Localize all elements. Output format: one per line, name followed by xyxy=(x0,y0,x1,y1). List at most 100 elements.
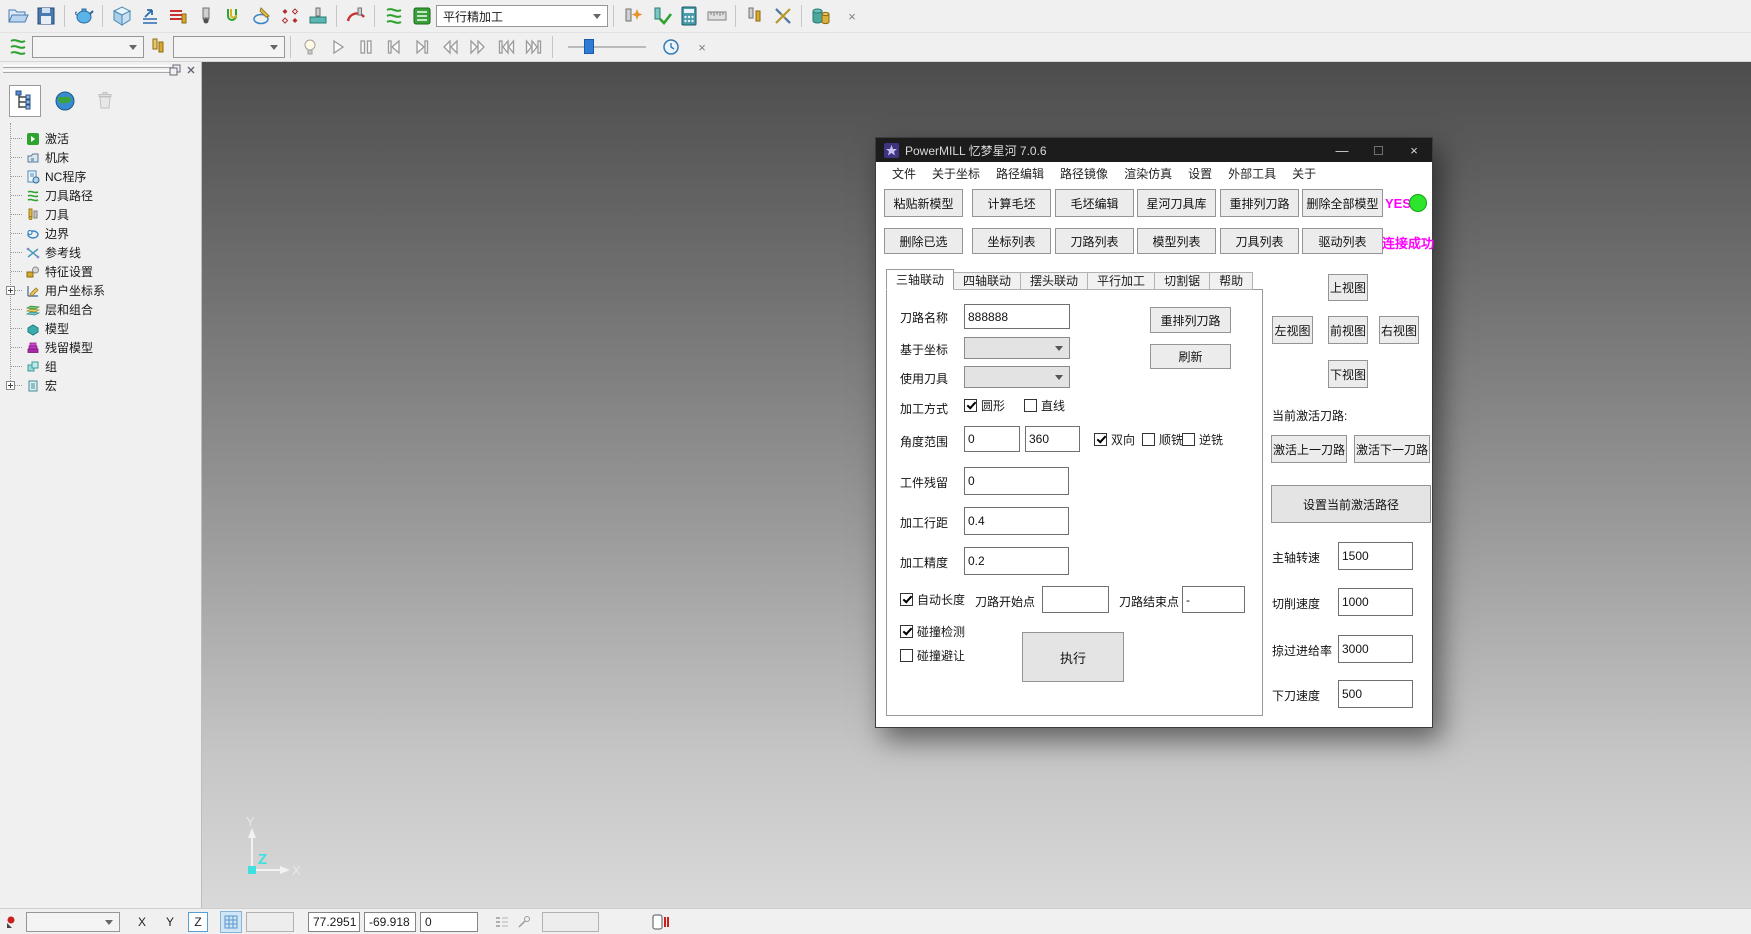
bidirectional-checkbox[interactable]: 双向 xyxy=(1094,431,1135,448)
axis-y-button[interactable]: Y xyxy=(160,912,180,932)
tolerance-input[interactable] xyxy=(964,547,1069,575)
rapid-heights-icon[interactable] xyxy=(136,3,163,29)
menu-file[interactable]: 文件 xyxy=(884,165,924,182)
climb-mill-checkbox[interactable]: 顺铣 xyxy=(1142,431,1183,448)
activate-next-toolpath-button[interactable]: 激活下一刀路 xyxy=(1354,435,1430,463)
tool-ball-icon[interactable] xyxy=(192,3,219,29)
tab-explorer-trash[interactable] xyxy=(89,85,121,117)
dialog-titlebar[interactable]: PowerMILL 忆梦星河 7.0.6 — × xyxy=(876,138,1432,162)
toolbar-close-button[interactable]: × xyxy=(693,38,711,56)
teapot-icon[interactable] xyxy=(70,3,97,29)
activate-prev-toolpath-button[interactable]: 激活上一刀路 xyxy=(1271,435,1347,463)
toolbar-close-button[interactable]: × xyxy=(843,7,861,25)
simulation-speed-slider[interactable] xyxy=(568,38,646,56)
tree-item-patterns[interactable]: 参考线 xyxy=(0,243,201,262)
expand-icon[interactable] xyxy=(6,286,15,295)
view-bottom-button[interactable]: 下视图 xyxy=(1328,360,1368,388)
line-checkbox[interactable]: 直线 xyxy=(1024,397,1065,414)
model-list-button[interactable]: 模型列表 xyxy=(1137,228,1216,254)
tree-item-models[interactable]: 模型 xyxy=(0,319,201,338)
step-back-icon[interactable] xyxy=(380,34,407,60)
calculator-icon[interactable] xyxy=(675,3,702,29)
strategy-list-icon[interactable] xyxy=(408,3,435,29)
feed-rate-icon[interactable] xyxy=(164,3,191,29)
based-coord-select[interactable] xyxy=(964,337,1070,359)
tree-item-stock-models[interactable]: 残留模型 xyxy=(0,338,201,357)
fast-forward-icon[interactable] xyxy=(464,34,491,60)
use-tool-select[interactable] xyxy=(964,366,1070,388)
tool-pair-icon[interactable] xyxy=(741,3,768,29)
tool-star-icon[interactable] xyxy=(619,3,646,29)
collision-avoid-checkbox[interactable]: 碰撞避让 xyxy=(900,647,965,664)
paste-new-model-button[interactable]: 粘贴新模型 xyxy=(884,189,963,217)
set-active-path-button[interactable]: 设置当前激活路径 xyxy=(1271,485,1431,523)
tree-item-feature-sets[interactable]: 特征设置 xyxy=(0,262,201,281)
circle-checkbox[interactable]: 圆形 xyxy=(964,397,1005,414)
close-button[interactable]: × xyxy=(1396,138,1432,162)
menu-path-edit[interactable]: 路径编辑 xyxy=(988,165,1052,182)
scissors-cross-icon[interactable] xyxy=(769,3,796,29)
view-front-button[interactable]: 前视图 xyxy=(1328,316,1368,344)
toolpath-coil-icon[interactable] xyxy=(380,3,407,29)
thickness-arc-icon[interactable] xyxy=(342,3,369,29)
tree-item-toolpaths[interactable]: 刀具路径 xyxy=(0,186,201,205)
block-icon[interactable] xyxy=(108,3,135,29)
stepover-input[interactable] xyxy=(964,507,1069,535)
execute-button[interactable]: 执行 xyxy=(1022,632,1124,682)
view-right-button[interactable]: 右视图 xyxy=(1379,316,1419,344)
skip-to-end-icon[interactable] xyxy=(520,34,547,60)
menu-external-tools[interactable]: 外部工具 xyxy=(1220,165,1284,182)
skip-to-start-icon[interactable] xyxy=(492,34,519,60)
save-icon[interactable] xyxy=(32,3,59,29)
lightbulb-icon[interactable] xyxy=(296,34,323,60)
boundary-pencil-icon[interactable] xyxy=(248,3,275,29)
start-point-input[interactable] xyxy=(1042,586,1109,613)
statusbar-combobox[interactable] xyxy=(26,912,120,932)
panel-close-icon[interactable] xyxy=(184,64,197,76)
tree-item-tools[interactable]: 刀具 xyxy=(0,205,201,224)
tree-item-machine[interactable]: 机床 xyxy=(0,148,201,167)
spindle-speed-input[interactable] xyxy=(1338,542,1413,570)
xyz-list-icon[interactable] xyxy=(494,914,510,930)
tree-item-groups[interactable]: 组 xyxy=(0,357,201,376)
tab-saw[interactable]: 切割锯 xyxy=(1154,272,1210,290)
angle-from-input[interactable] xyxy=(964,426,1020,452)
toolpath-name-input[interactable] xyxy=(964,304,1070,329)
refresh-button[interactable]: 刷新 xyxy=(1150,344,1231,369)
menu-settings[interactable]: 设置 xyxy=(1180,165,1220,182)
menu-render-sim[interactable]: 渲染仿真 xyxy=(1116,165,1180,182)
skim-feed-input[interactable] xyxy=(1338,635,1413,663)
axis-z-button[interactable]: Z xyxy=(188,912,208,932)
tab-explorer-tree[interactable] xyxy=(9,85,41,117)
toolpath-list-button[interactable]: 刀路列表 xyxy=(1055,228,1134,254)
clock-icon[interactable] xyxy=(657,34,684,60)
tool-library-button[interactable]: 星河刀具库 xyxy=(1137,189,1216,217)
expand-icon[interactable] xyxy=(6,381,15,390)
tree-item-nc-programs[interactable]: NC程序 xyxy=(0,167,201,186)
tree-item-activate[interactable]: 激活 xyxy=(0,129,201,148)
strategy-combobox[interactable]: 平行精加工 xyxy=(436,5,608,27)
coord-list-button[interactable]: 坐标列表 xyxy=(972,228,1051,254)
tab-4axis[interactable]: 四轴联动 xyxy=(953,272,1021,290)
collision-check-checkbox[interactable]: 碰撞检测 xyxy=(900,623,965,640)
tree-item-workplanes[interactable]: 用户坐标系 xyxy=(0,281,201,300)
view-top-button[interactable]: 上视图 xyxy=(1328,274,1368,301)
drive-list-button[interactable]: 驱动列表 xyxy=(1302,228,1383,254)
end-point-input[interactable] xyxy=(1182,586,1245,613)
tool-block-icon[interactable] xyxy=(304,3,331,29)
cylinders-icon[interactable] xyxy=(807,3,834,29)
tool-combobox[interactable] xyxy=(173,36,285,58)
tab-parallel[interactable]: 平行加工 xyxy=(1087,272,1155,290)
minimize-button[interactable]: — xyxy=(1324,138,1360,162)
cutting-feed-input[interactable] xyxy=(1338,588,1413,616)
pause-icon[interactable] xyxy=(352,34,379,60)
menu-about[interactable]: 关于 xyxy=(1284,165,1324,182)
ruler-icon[interactable] xyxy=(703,3,730,29)
play-icon[interactable] xyxy=(324,34,351,60)
axis-x-button[interactable]: X xyxy=(132,912,152,932)
panel-float-icon[interactable] xyxy=(168,64,181,76)
delete-selected-button[interactable]: 删除已选 xyxy=(884,228,963,254)
view-left-button[interactable]: 左视图 xyxy=(1272,316,1313,344)
tab-swivel-head[interactable]: 摆头联动 xyxy=(1020,272,1088,290)
step-forward-icon[interactable] xyxy=(408,34,435,60)
